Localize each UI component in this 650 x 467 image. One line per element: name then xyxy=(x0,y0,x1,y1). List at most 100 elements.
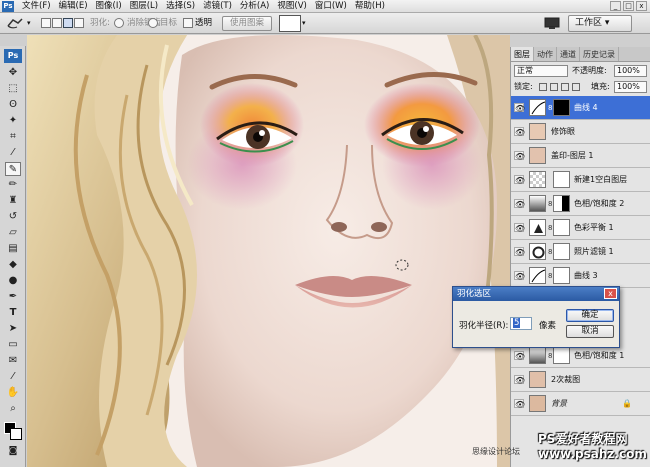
menu-analysis[interactable]: 分析(A) xyxy=(236,0,273,13)
image-canvas[interactable] xyxy=(27,35,510,467)
tab-channels[interactable]: 通道 xyxy=(557,47,580,61)
blend-mode-select[interactable]: 正常 xyxy=(514,65,568,77)
layer-name: 色彩平衡 1 xyxy=(574,223,614,232)
close-button[interactable]: x xyxy=(636,1,647,11)
antialias-radio[interactable] xyxy=(114,18,124,28)
move-tool-icon[interactable]: ✥ xyxy=(5,66,21,80)
menu-layer[interactable]: 图层(L) xyxy=(126,0,162,13)
monitor-icon[interactable] xyxy=(544,17,560,30)
ok-button[interactable]: 确定 xyxy=(566,309,614,322)
maximize-button[interactable]: □ xyxy=(623,1,634,11)
fill-input[interactable]: 100% xyxy=(614,81,647,93)
options-bar: ▾ 羽化: 消除锯齿 目标 透明 使用图案 ▾ 工作区 ▾ xyxy=(0,13,650,34)
layer-row[interactable]: 👁 8 色相/饱和度 2 xyxy=(511,192,650,216)
opacity-input[interactable]: 100% xyxy=(614,65,647,77)
menu-view[interactable]: 视图(V) xyxy=(273,0,310,13)
eye-icon[interactable]: 👁 xyxy=(514,223,525,233)
menu-image[interactable]: 图像(I) xyxy=(92,0,126,13)
background-color-swatch[interactable] xyxy=(10,428,22,440)
layer-mask-thumbnail xyxy=(553,171,570,188)
pen-tool-icon[interactable]: ✒ xyxy=(5,290,21,304)
eye-icon[interactable]: 👁 xyxy=(514,399,525,409)
eye-icon[interactable]: 👁 xyxy=(514,351,525,361)
chain-icon: 8 xyxy=(548,352,553,360)
layer-mask-thumbnail xyxy=(553,347,570,364)
menu-file[interactable]: 文件(F) xyxy=(18,0,55,13)
layer-row[interactable]: 👁 修饰眼 xyxy=(511,120,650,144)
crop-tool-icon[interactable]: ⌗ xyxy=(5,130,21,144)
lock-all-icon[interactable] xyxy=(572,83,580,91)
tool-dropdown-icon[interactable]: ▾ xyxy=(27,16,31,31)
eye-icon[interactable]: 👁 xyxy=(514,199,525,209)
pattern-dropdown-icon[interactable]: ▾ xyxy=(302,16,306,31)
portrait-photo xyxy=(27,35,510,467)
tab-actions[interactable]: 动作 xyxy=(534,47,557,61)
eye-icon[interactable]: 👁 xyxy=(514,375,525,385)
quick-mask-icon[interactable]: ◙ xyxy=(5,444,21,458)
transparent-checkbox[interactable] xyxy=(183,18,193,28)
eraser-tool-icon[interactable]: ▱ xyxy=(5,226,21,240)
eyedropper-tool-icon[interactable]: ⁄ xyxy=(5,146,21,160)
gradient-tool-icon[interactable]: ▤ xyxy=(5,242,21,256)
lock-position-icon[interactable] xyxy=(561,83,569,91)
brush-tool-icon[interactable]: ✏ xyxy=(5,178,21,192)
layer-mask-thumbnail xyxy=(553,243,570,260)
patch-tool-icon[interactable] xyxy=(5,16,25,31)
workspace-button[interactable]: 工作区 ▾ xyxy=(568,15,632,32)
panel-tabs: 图层 动作 通道 历史记录 xyxy=(511,47,650,62)
patch-tool-icon[interactable]: ✎ xyxy=(5,162,21,176)
target-radio[interactable] xyxy=(148,18,158,28)
subtract-selection-icon[interactable] xyxy=(63,18,73,28)
eyedropper2-tool-icon[interactable]: ⁄ xyxy=(5,370,21,384)
lock-icon: 🔒 xyxy=(622,399,632,408)
eye-icon[interactable]: 👁 xyxy=(514,247,525,257)
magic-wand-tool-icon[interactable]: ✦ xyxy=(5,114,21,128)
dialog-close-button[interactable]: x xyxy=(604,288,617,299)
add-selection-icon[interactable] xyxy=(52,18,62,28)
new-selection-icon[interactable] xyxy=(41,18,51,28)
layer-row[interactable]: 👁 背景 🔒 xyxy=(511,392,650,416)
history-brush-tool-icon[interactable]: ↺ xyxy=(5,210,21,224)
lock-pixels-icon[interactable] xyxy=(550,83,558,91)
layer-row[interactable]: 👁 8 曲线 4 xyxy=(511,96,650,120)
clone-stamp-tool-icon[interactable]: ♜ xyxy=(5,194,21,208)
lasso-tool-icon[interactable]: ʘ xyxy=(5,98,21,112)
type-tool-icon[interactable]: T xyxy=(5,306,21,320)
eye-icon[interactable]: 👁 xyxy=(514,151,525,161)
blur-tool-icon[interactable]: ◆ xyxy=(5,258,21,272)
pattern-swatch[interactable] xyxy=(279,15,301,32)
cancel-button[interactable]: 取消 xyxy=(566,325,614,338)
layer-name: 照片滤镜 1 xyxy=(574,247,614,256)
fill-label: 填充: xyxy=(591,82,610,91)
menu-edit[interactable]: 编辑(E) xyxy=(55,0,92,13)
menu-help[interactable]: 帮助(H) xyxy=(351,0,389,13)
intersect-selection-icon[interactable] xyxy=(74,18,84,28)
tab-history[interactable]: 历史记录 xyxy=(580,47,619,61)
shape-tool-icon[interactable]: ▭ xyxy=(5,338,21,352)
path-selection-tool-icon[interactable]: ➤ xyxy=(5,322,21,336)
menu-window[interactable]: 窗口(W) xyxy=(311,0,351,13)
hand-tool-icon[interactable]: ✋ xyxy=(5,386,21,400)
minimize-button[interactable]: _ xyxy=(610,1,621,11)
layer-row[interactable]: 👁 盖印-图层 1 xyxy=(511,144,650,168)
eye-icon[interactable]: 👁 xyxy=(514,127,525,137)
layer-row[interactable]: 👁 2次裁图 xyxy=(511,368,650,392)
dodge-tool-icon[interactable]: ● xyxy=(5,274,21,288)
lock-transparency-icon[interactable] xyxy=(539,83,547,91)
ps-badge: Ps xyxy=(4,49,22,63)
marquee-tool-icon[interactable]: ⬚ xyxy=(5,82,21,96)
layer-row[interactable]: 👁 8 照片滤镜 1 xyxy=(511,240,650,264)
tab-layers[interactable]: 图层 xyxy=(511,47,534,61)
menu-filter[interactable]: 滤镜(T) xyxy=(199,0,236,13)
eye-icon[interactable]: 👁 xyxy=(514,271,525,281)
eye-icon[interactable]: 👁 xyxy=(514,175,525,185)
layer-row[interactable]: 👁 8 曲线 3 xyxy=(511,264,650,288)
use-pattern-button[interactable]: 使用图案 xyxy=(222,16,272,31)
layer-row[interactable]: 👁 8 色彩平衡 1 xyxy=(511,216,650,240)
eye-icon[interactable]: 👁 xyxy=(514,103,525,113)
feather-radius-input[interactable]: 5 xyxy=(510,317,532,330)
zoom-tool-icon[interactable]: ⌕ xyxy=(5,402,21,416)
layer-row[interactable]: 👁 新建1空白图层 xyxy=(511,168,650,192)
menu-select[interactable]: 选择(S) xyxy=(162,0,199,13)
notes-tool-icon[interactable]: ✉ xyxy=(5,354,21,368)
